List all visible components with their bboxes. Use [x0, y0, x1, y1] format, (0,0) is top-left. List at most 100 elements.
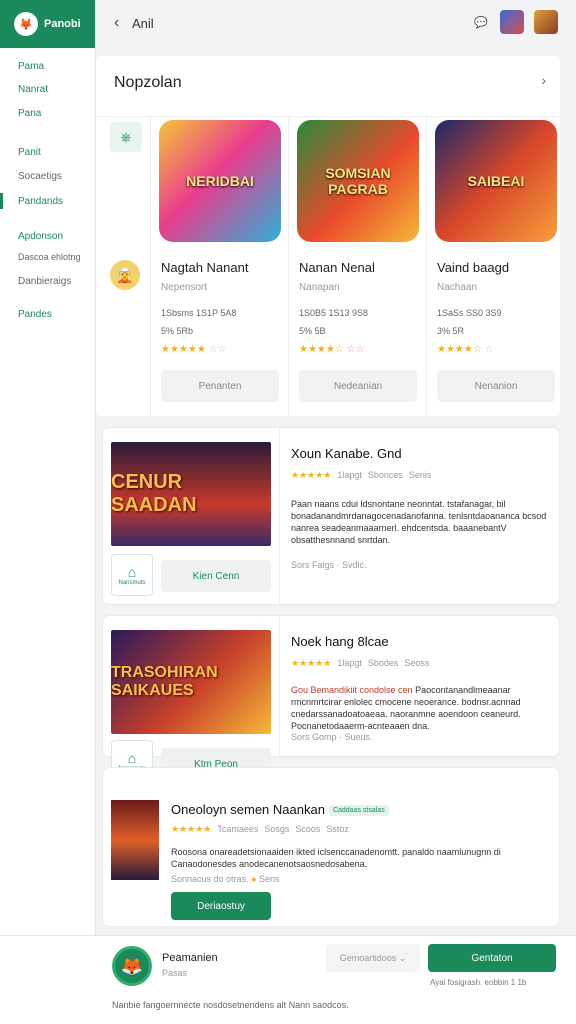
primary-action-button[interactable]: Kien Cenn: [161, 560, 271, 592]
rating-meta: Scoos: [295, 824, 321, 834]
profile-subtitle: Pasas: [162, 968, 188, 978]
list-item[interactable]: CENUR SAADAN ⌂ Nansmuts Kien Cenn Xoun Ka…: [103, 428, 559, 604]
sidebar-item-dascoa[interactable]: Dascoa ehlotng: [18, 252, 81, 262]
top-bar: ‹ Anil 💬: [96, 0, 576, 48]
brand-name: Panobi: [44, 18, 81, 30]
game-meta: 1Sbsms 1S1P 5A8: [161, 308, 237, 318]
page-title: Anil: [132, 16, 154, 31]
profile-name: Peamanien: [162, 952, 218, 964]
item-title: Xoun Kanabe. Gnd: [291, 446, 402, 461]
sidebar-item-socaetigs[interactable]: Socaetigs: [18, 171, 62, 182]
game-meta-secondary: 5% 5Rb: [161, 326, 194, 336]
user-avatar-1[interactable]: [500, 10, 524, 34]
game-name: Nanan Nenal: [299, 260, 375, 275]
featured-title: Nopzolan: [114, 74, 182, 91]
sidebar-item-panit[interactable]: Panit: [18, 147, 41, 158]
game-cover[interactable]: [111, 800, 159, 880]
item-title: Noek hang 8lcae: [291, 634, 389, 649]
item-description: Roosona onareadetsionaaiden ikted iclsen…: [171, 847, 501, 869]
game-meta-secondary: 5% 5B: [299, 326, 326, 336]
game-thumbnail[interactable]: NERIDBAI: [159, 120, 281, 242]
profile-avatar[interactable]: 🦊: [112, 946, 152, 986]
highlighted-text: Gou Bemandikiit condolse cen: [291, 685, 413, 695]
featured-panel: Nopzolan › ⎈ 🧝 NERIDBAI Nagtah Nanant Ne…: [96, 56, 560, 416]
game-name: Vaind baagd: [437, 260, 510, 275]
game-name: Nagtah Nanant: [161, 260, 249, 275]
sidebar-item-pana[interactable]: Pana: [18, 108, 41, 119]
game-card[interactable]: SAIBEAI Vaind baagd Nachaan 1SaSs SS0 3S…: [426, 116, 560, 416]
game-thumbnail[interactable]: SAIBEAI: [435, 120, 557, 242]
footer-bottom-text: Nanbie fangoernnecte nosdosetnendens alt…: [112, 1000, 349, 1010]
coin-icon: ●: [251, 874, 257, 884]
footer-text: Sonnacus do otras.: [171, 874, 249, 884]
game-banner[interactable]: TRASOHIRAN SAIKAUES: [111, 630, 271, 734]
sidebar-item-pandes[interactable]: Pandes: [18, 309, 52, 320]
game-card[interactable]: SOMSIAN PAGRAB Nanan Nenal Nanapan 1S0B5…: [288, 116, 426, 416]
list-item[interactable]: TRASOHIRAN SAIKAUES Noek hang 8lcae ★★★★…: [103, 616, 559, 756]
game-meta: 1S0B5 1S13 9S8: [299, 308, 369, 318]
active-indicator: [0, 193, 3, 209]
game-thumbnail[interactable]: SOMSIAN PAGRAB: [297, 120, 419, 242]
footer-note: Ayai fosigrash. eobbin 1 1b: [430, 978, 527, 987]
divider: [279, 616, 280, 756]
sidebar-item-apdonson[interactable]: Apdonson: [18, 231, 63, 242]
game-banner[interactable]: CENUR SAADAN: [111, 442, 271, 546]
card-action-button[interactable]: Nedeanian: [299, 370, 417, 402]
rating-stars: ★★★★☆ ☆: [437, 344, 494, 355]
list-item[interactable]: Oneoloyn semen Naankan Caddaas stsalas ★★…: [103, 768, 559, 926]
back-arrow-icon[interactable]: ‹: [114, 14, 119, 32]
item-title-text: Oneoloyn semen Naankan: [171, 802, 325, 817]
sidebar-item-pama[interactable]: Pama: [18, 61, 44, 72]
footer-action-button[interactable]: Gentaton: [428, 944, 556, 972]
rating-stars: ★★★★★ 1lapgt Sbonces Senis: [291, 470, 432, 480]
game-meta: 1SaSs SS0 3S9: [437, 308, 502, 318]
footer-bar: 🦊 Peamanien Pasas Gemoartidoos ⌄ Gentato…: [0, 935, 576, 1024]
chat-icon[interactable]: 💬: [474, 16, 488, 29]
rating-meta: Tcamaees: [217, 824, 259, 834]
item-footer: Sonnacus do otras. ● Sens: [171, 874, 280, 884]
game-subtitle: Nepensort: [161, 282, 208, 293]
home-label: Nansmuts: [118, 580, 146, 586]
rating-meta: Senis: [408, 470, 432, 480]
rating-meta: 1lapgt: [337, 658, 362, 668]
home-button[interactable]: ⌂Nansmuts: [111, 554, 153, 596]
sidebar: 🦊 Panobi Pama Nanrat Pana Panit Socaetig…: [0, 0, 96, 935]
chevron-right-icon[interactable]: ›: [541, 72, 546, 88]
filter-select-value: Gemoartidoos: [339, 953, 397, 963]
primary-action-button[interactable]: Deriaostuy: [171, 892, 271, 920]
item-description: Paan naans cdui ldsnontane neonntat. tst…: [291, 499, 547, 545]
status-badge: Caddaas stsalas: [328, 805, 389, 817]
rating-stars: ★★★★★ 1lapgt Sbodes Seoss: [291, 658, 430, 668]
item-title: Oneoloyn semen Naankan Caddaas stsalas: [171, 802, 389, 817]
card-action-button[interactable]: Nenanion: [437, 370, 555, 402]
item-footer: Sors Gomp · Sueus.: [291, 732, 373, 742]
footer-tag: Sens: [259, 874, 280, 884]
sidebar-item-danbieraigs[interactable]: Danbieraigs: [18, 276, 71, 287]
user-avatar-2[interactable]: [534, 10, 558, 34]
sidebar-item-nanrat[interactable]: Nanrat: [18, 84, 48, 95]
chevron-down-icon: ⌄: [398, 952, 407, 963]
gift-icon[interactable]: ⎈: [110, 122, 142, 152]
game-subtitle: Nachaan: [437, 282, 478, 293]
rating-meta: Sbonces: [367, 470, 403, 480]
item-footer: Sors Faigs · Svdlc.: [291, 560, 367, 570]
sidebar-item-pandands[interactable]: Pandands: [18, 196, 63, 207]
rating-stars: ★★★★☆ ☆☆: [299, 344, 365, 355]
divider: [279, 428, 280, 604]
rating-meta: 1lapgt: [337, 470, 362, 480]
mascot-icon: 🧝: [110, 260, 140, 290]
rating-meta: Seoss: [404, 658, 430, 668]
item-description: Gou Bemandikiit condolse cen Paocontanan…: [291, 684, 553, 732]
brand-header[interactable]: 🦊 Panobi: [0, 0, 95, 48]
rating-stars: ★★★★★ ☆☆: [161, 344, 227, 355]
game-meta-secondary: 3% 5R: [437, 326, 465, 336]
rating-meta: Sosgs: [264, 824, 290, 834]
rating-meta: Sbodes: [367, 658, 399, 668]
card-action-button[interactable]: Penanten: [161, 370, 279, 402]
game-subtitle: Nanapan: [299, 282, 340, 293]
filter-select[interactable]: Gemoartidoos ⌄: [326, 944, 420, 972]
rating-meta: Sstoz: [326, 824, 349, 834]
rating-stars: ★★★★★ Tcamaees Sosgs Scoos Sstoz: [171, 824, 349, 834]
game-card[interactable]: NERIDBAI Nagtah Nanant Nepensort 1Sbsms …: [150, 116, 288, 416]
brand-logo-icon: 🦊: [14, 12, 38, 36]
